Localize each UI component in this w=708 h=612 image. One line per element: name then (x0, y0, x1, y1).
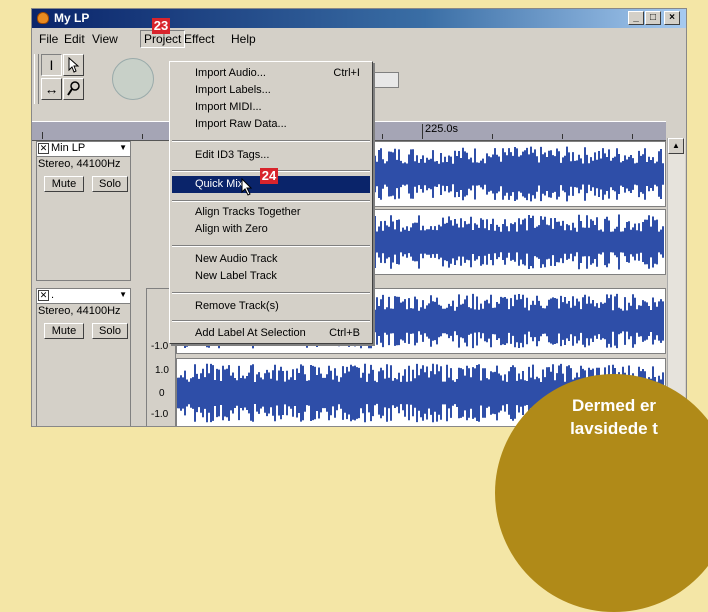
menu-item-import-labels[interactable]: Import Labels... (172, 82, 370, 99)
promo-callout: Dermed er lavsidede t (495, 374, 708, 612)
menu-item-import-midi[interactable]: Import MIDI... (172, 99, 370, 116)
menu-edit[interactable]: Edit (64, 32, 85, 46)
ruler-time-label: 225.0s (425, 123, 459, 135)
mute-button[interactable]: Mute (44, 323, 84, 339)
menu-separator (172, 245, 370, 247)
menu-bar: File Edit View Project Effect Help (32, 29, 686, 49)
chevron-down-icon[interactable]: ▼ (119, 290, 127, 299)
time-shift-tool-icon[interactable]: ↔ (41, 78, 62, 100)
selection-tool-icon[interactable]: I (41, 54, 62, 76)
menu-item-new-label-track[interactable]: New Label Track (172, 268, 370, 285)
scale-pos-label: 1.0 (155, 365, 169, 376)
menu-item-new-audio-track[interactable]: New Audio Track (172, 251, 370, 268)
play-control-icon[interactable] (112, 58, 154, 100)
menu-item-edit-id3[interactable]: Edit ID3 Tags... (172, 147, 370, 164)
menu-file[interactable]: File (39, 32, 58, 46)
mute-button[interactable]: Mute (44, 176, 84, 192)
envelope-tool-icon[interactable] (63, 54, 84, 76)
track-format: Stereo, 44100Hz (38, 305, 121, 317)
scale-neg-label: -1.0 (151, 341, 169, 352)
title-bar[interactable]: My LP _ □ × (32, 9, 686, 28)
menu-separator (172, 320, 370, 322)
app-window: My LP _ □ × File Edit View Project Effec… (31, 8, 687, 427)
menu-effect[interactable]: Effect (184, 32, 214, 46)
menu-help[interactable]: Help (231, 32, 256, 46)
chevron-down-icon[interactable]: ▼ (119, 143, 127, 152)
track-control-panel[interactable]: ✕ . ▼ Stereo, 44100Hz Mute Solo (36, 288, 131, 426)
project-menu: Import Audio... Ctrl+I Import Labels... I… (169, 61, 373, 344)
track-name-bar[interactable]: ✕ Min LP ▼ (37, 142, 130, 157)
promo-line-1: Dermed er (571, 396, 657, 415)
menu-item-remove-tracks[interactable]: Remove Track(s) (172, 298, 370, 315)
step-badge-23: 23 (152, 18, 170, 34)
solo-button[interactable]: Solo (92, 323, 128, 339)
maximize-button[interactable]: □ (645, 11, 661, 25)
menu-item-import-raw[interactable]: Import Raw Data... (172, 116, 370, 133)
step-badge-24: 24 (260, 168, 278, 184)
solo-button[interactable]: Solo (92, 176, 128, 192)
scale-zero-label: 0 (159, 388, 165, 399)
track-name: . (51, 289, 55, 301)
menu-separator (172, 140, 370, 142)
menu-item-align-together[interactable]: Align Tracks Together (172, 204, 370, 221)
zoom-tool-icon[interactable] (63, 78, 84, 100)
menu-item-import-audio[interactable]: Import Audio... Ctrl+I (172, 65, 370, 82)
vertical-scrollbar[interactable]: ▲ (667, 138, 685, 426)
track-control-panel[interactable]: ✕ Min LP ▼ Stereo, 44100Hz Mute Solo (36, 141, 131, 281)
toolbar-grip (34, 54, 39, 104)
app-icon (37, 12, 49, 24)
menu-item-align-zero[interactable]: Align with Zero (172, 221, 370, 238)
track-format: Stereo, 44100Hz (38, 158, 121, 170)
menu-separator (172, 292, 370, 294)
promo-line-2: lavsidede t (570, 419, 658, 438)
track-name-bar[interactable]: ✕ . ▼ (37, 289, 130, 304)
scroll-up-icon[interactable]: ▲ (668, 138, 684, 154)
scale-neg-label: -1.0 (151, 409, 169, 420)
close-track-icon[interactable]: ✕ (38, 143, 49, 154)
close-button[interactable]: × (664, 11, 680, 25)
menu-view[interactable]: View (92, 32, 118, 46)
close-track-icon[interactable]: ✕ (38, 290, 49, 301)
minimize-button[interactable]: _ (628, 11, 644, 25)
mouse-cursor-icon (241, 178, 253, 196)
track-name: Min LP (51, 142, 86, 154)
window-title: My LP (54, 11, 90, 25)
menu-separator (172, 200, 370, 202)
menu-item-add-label[interactable]: Add Label At Selection Ctrl+B (172, 325, 370, 342)
